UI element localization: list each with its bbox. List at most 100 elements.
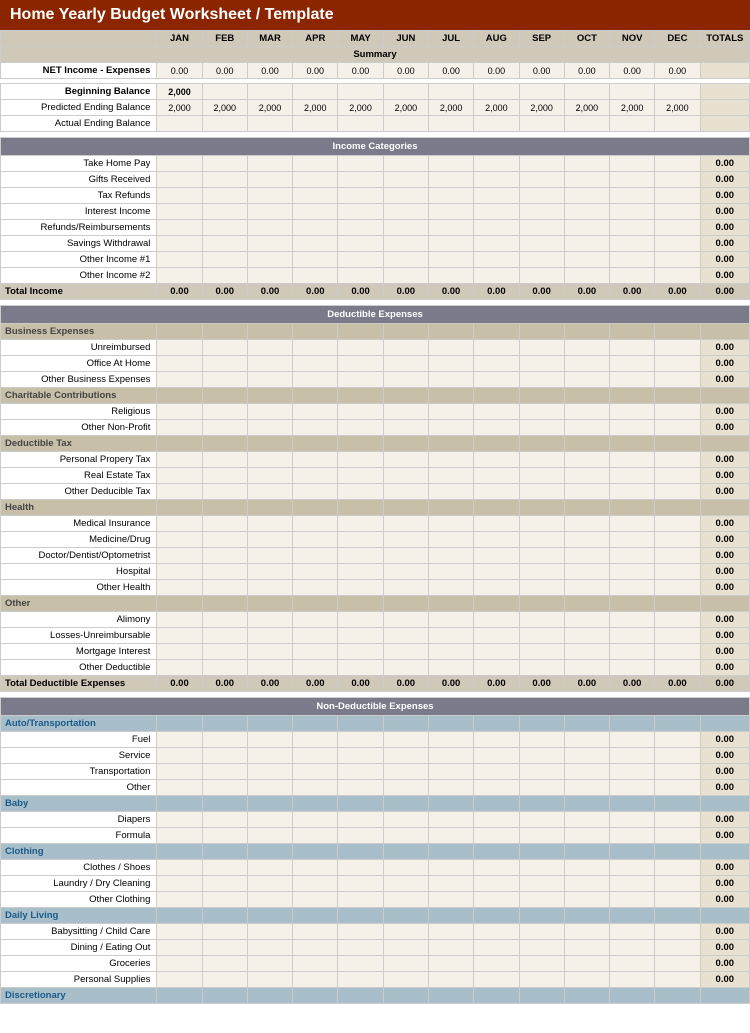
data-cell[interactable]	[383, 404, 428, 420]
data-cell[interactable]	[655, 388, 700, 404]
data-cell[interactable]	[428, 748, 473, 764]
data-cell[interactable]	[564, 116, 609, 132]
data-cell[interactable]	[247, 892, 292, 908]
data-cell[interactable]	[655, 972, 700, 988]
data-cell[interactable]	[655, 236, 700, 252]
data-cell[interactable]	[157, 188, 202, 204]
data-cell[interactable]	[519, 764, 564, 780]
data-cell[interactable]	[428, 596, 473, 612]
data-cell[interactable]	[157, 372, 202, 388]
data-cell[interactable]	[428, 436, 473, 452]
data-cell[interactable]	[428, 404, 473, 420]
data-cell[interactable]	[655, 468, 700, 484]
data-cell[interactable]	[655, 732, 700, 748]
data-cell[interactable]	[564, 548, 609, 564]
data-cell[interactable]	[202, 468, 247, 484]
data-cell[interactable]	[202, 404, 247, 420]
data-cell[interactable]	[610, 860, 655, 876]
data-cell[interactable]	[293, 236, 338, 252]
data-cell[interactable]	[474, 388, 519, 404]
data-cell[interactable]	[338, 340, 383, 356]
data-cell[interactable]	[655, 500, 700, 516]
data-cell[interactable]	[157, 828, 202, 844]
data-cell[interactable]	[157, 580, 202, 596]
data-cell[interactable]	[383, 924, 428, 940]
data-cell[interactable]	[293, 268, 338, 284]
data-cell[interactable]	[202, 116, 247, 132]
data-cell[interactable]	[383, 204, 428, 220]
data-cell[interactable]	[474, 116, 519, 132]
data-cell[interactable]	[157, 716, 202, 732]
data-cell[interactable]	[428, 532, 473, 548]
data-cell[interactable]	[247, 420, 292, 436]
data-cell[interactable]	[610, 356, 655, 372]
data-cell[interactable]	[202, 716, 247, 732]
data-cell[interactable]	[293, 780, 338, 796]
data-cell[interactable]	[564, 860, 609, 876]
data-cell[interactable]	[247, 924, 292, 940]
data-cell[interactable]	[338, 660, 383, 676]
data-cell[interactable]	[247, 860, 292, 876]
data-cell[interactable]	[338, 452, 383, 468]
data-cell[interactable]	[338, 548, 383, 564]
data-cell[interactable]	[610, 580, 655, 596]
data-cell[interactable]	[338, 204, 383, 220]
data-cell[interactable]	[293, 484, 338, 500]
data-cell[interactable]	[564, 596, 609, 612]
data-cell[interactable]	[428, 388, 473, 404]
data-cell[interactable]	[474, 188, 519, 204]
data-cell[interactable]	[655, 372, 700, 388]
data-cell[interactable]	[293, 988, 338, 1004]
data-cell[interactable]	[610, 468, 655, 484]
data-cell[interactable]	[519, 324, 564, 340]
data-cell[interactable]	[247, 628, 292, 644]
data-cell[interactable]	[383, 796, 428, 812]
data-cell[interactable]	[564, 940, 609, 956]
data-cell[interactable]	[202, 156, 247, 172]
data-cell[interactable]	[428, 660, 473, 676]
data-cell[interactable]	[519, 268, 564, 284]
data-cell[interactable]	[338, 188, 383, 204]
data-cell[interactable]	[157, 876, 202, 892]
data-cell[interactable]	[564, 844, 609, 860]
data-cell[interactable]	[610, 940, 655, 956]
data-cell[interactable]	[610, 156, 655, 172]
data-cell[interactable]	[157, 628, 202, 644]
data-cell[interactable]	[293, 452, 338, 468]
data-cell[interactable]	[338, 252, 383, 268]
data-cell[interactable]	[202, 452, 247, 468]
data-cell[interactable]	[383, 500, 428, 516]
data-cell[interactable]	[247, 596, 292, 612]
data-cell[interactable]	[383, 388, 428, 404]
data-cell[interactable]	[293, 84, 338, 100]
data-cell[interactable]	[293, 924, 338, 940]
data-cell[interactable]	[293, 732, 338, 748]
data-cell[interactable]	[293, 892, 338, 908]
data-cell[interactable]	[338, 780, 383, 796]
data-cell[interactable]	[157, 972, 202, 988]
data-cell[interactable]	[202, 764, 247, 780]
data-cell[interactable]	[610, 172, 655, 188]
data-cell[interactable]	[202, 236, 247, 252]
data-cell[interactable]	[564, 220, 609, 236]
data-cell[interactable]	[157, 404, 202, 420]
data-cell[interactable]	[428, 420, 473, 436]
data-cell[interactable]	[610, 908, 655, 924]
data-cell[interactable]	[428, 876, 473, 892]
data-cell[interactable]	[338, 236, 383, 252]
data-cell[interactable]	[383, 580, 428, 596]
data-cell[interactable]	[610, 660, 655, 676]
data-cell[interactable]	[383, 236, 428, 252]
data-cell[interactable]	[474, 748, 519, 764]
data-cell[interactable]	[564, 892, 609, 908]
data-cell[interactable]	[519, 356, 564, 372]
data-cell[interactable]	[474, 596, 519, 612]
data-cell[interactable]	[474, 356, 519, 372]
data-cell[interactable]	[202, 876, 247, 892]
data-cell[interactable]	[610, 516, 655, 532]
data-cell[interactable]	[293, 324, 338, 340]
data-cell[interactable]	[474, 372, 519, 388]
data-cell[interactable]	[338, 220, 383, 236]
data-cell[interactable]	[157, 844, 202, 860]
data-cell[interactable]	[655, 940, 700, 956]
